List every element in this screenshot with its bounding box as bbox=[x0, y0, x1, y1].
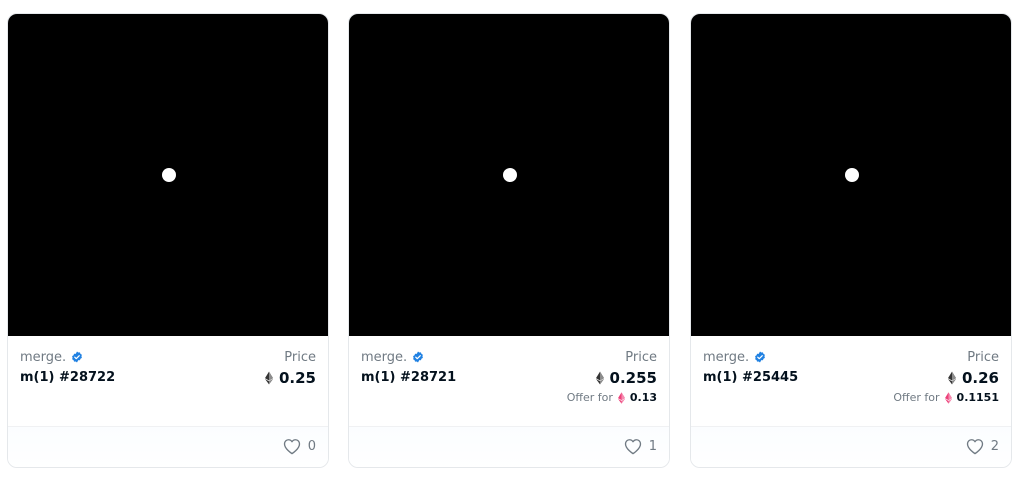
ethereum-icon bbox=[595, 371, 604, 385]
asset-info: merge. m(1) #28722 Price 0.25 bbox=[8, 336, 328, 426]
asset-image[interactable] bbox=[8, 14, 328, 336]
best-offer-row: Offer for 0.13 bbox=[567, 391, 657, 404]
heart-icon[interactable] bbox=[624, 438, 642, 455]
asset-image[interactable] bbox=[691, 14, 1011, 336]
weth-icon bbox=[617, 391, 625, 404]
favorite-button[interactable]: 2 bbox=[966, 438, 999, 455]
price-row: 0.26 bbox=[947, 369, 999, 387]
price-value: 0.26 bbox=[961, 369, 999, 387]
asset-card[interactable]: merge. m(1) #28722 Price 0.25 0 bbox=[7, 13, 329, 468]
heart-icon[interactable] bbox=[283, 438, 301, 455]
collection-name[interactable]: merge. bbox=[361, 350, 407, 365]
ethereum-icon bbox=[264, 371, 273, 385]
price-label: Price bbox=[625, 350, 657, 365]
collection-link[interactable]: merge. bbox=[703, 350, 766, 365]
card-footer: 1 bbox=[349, 426, 669, 467]
ethereum-icon bbox=[947, 371, 956, 385]
likes-count: 0 bbox=[307, 439, 316, 454]
card-footer: 0 bbox=[8, 426, 328, 467]
price-value: 0.255 bbox=[609, 369, 657, 387]
favorite-button[interactable]: 0 bbox=[283, 438, 316, 455]
collection-link[interactable]: merge. bbox=[20, 350, 83, 365]
likes-count: 1 bbox=[648, 439, 657, 454]
price-row: 0.255 bbox=[595, 369, 657, 387]
token-name[interactable]: m(1) #28722 bbox=[20, 370, 115, 385]
weth-icon bbox=[944, 391, 952, 404]
artwork-dot bbox=[503, 168, 517, 182]
token-name[interactable]: m(1) #25445 bbox=[703, 370, 798, 385]
collection-name[interactable]: merge. bbox=[703, 350, 749, 365]
asset-grid: merge. m(1) #28722 Price 0.25 0 merge. m… bbox=[0, 0, 1024, 479]
price-label: Price bbox=[284, 350, 316, 365]
artwork-dot bbox=[845, 168, 859, 182]
asset-info: merge. m(1) #25445 Price 0.26 Offer for bbox=[691, 336, 1011, 426]
likes-count: 2 bbox=[990, 439, 999, 454]
asset-image[interactable] bbox=[349, 14, 669, 336]
price-label: Price bbox=[967, 350, 999, 365]
verified-badge-icon bbox=[413, 351, 424, 362]
asset-card[interactable]: merge. m(1) #28721 Price 0.255 Offer for bbox=[348, 13, 670, 468]
price-row: 0.25 bbox=[264, 369, 316, 387]
asset-info: merge. m(1) #28721 Price 0.255 Offer for bbox=[349, 336, 669, 426]
verified-badge-icon bbox=[755, 351, 766, 362]
card-footer: 2 bbox=[691, 426, 1011, 467]
offer-value: 0.13 bbox=[629, 391, 657, 404]
artwork-dot bbox=[162, 168, 176, 182]
collection-link[interactable]: merge. bbox=[361, 350, 424, 365]
offer-label: Offer for bbox=[893, 391, 940, 404]
heart-icon[interactable] bbox=[966, 438, 984, 455]
verified-badge-icon bbox=[72, 351, 83, 362]
offer-value: 0.1151 bbox=[956, 391, 999, 404]
asset-card[interactable]: merge. m(1) #25445 Price 0.26 Offer for bbox=[690, 13, 1012, 468]
favorite-button[interactable]: 1 bbox=[624, 438, 657, 455]
collection-name[interactable]: merge. bbox=[20, 350, 66, 365]
best-offer-row: Offer for 0.1151 bbox=[893, 391, 999, 404]
token-name[interactable]: m(1) #28721 bbox=[361, 370, 456, 385]
price-value: 0.25 bbox=[278, 369, 316, 387]
offer-label: Offer for bbox=[566, 391, 613, 404]
